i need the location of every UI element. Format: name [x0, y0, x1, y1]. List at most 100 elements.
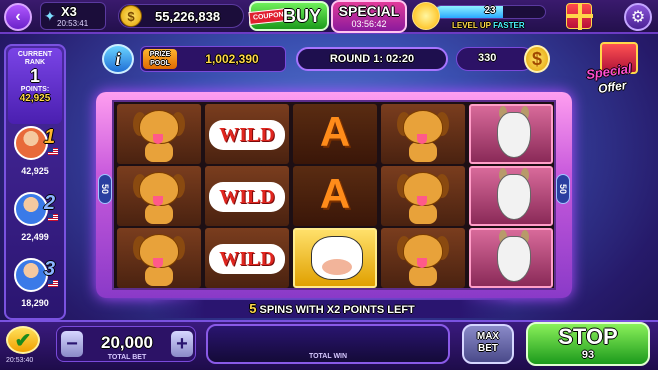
player-points: 22,499	[21, 232, 49, 242]
wild-label: WILD	[209, 120, 285, 150]
total-bet-label: TOTAL BET	[107, 354, 147, 361]
a-label: A	[319, 170, 351, 217]
points-label: POINTS:	[20, 86, 50, 93]
level-caption-a: LEVEL UP	[452, 21, 491, 30]
stop-label: STOP	[558, 324, 618, 349]
bonus-timer: 20:53:40	[6, 357, 34, 364]
buy-label: BUY	[283, 6, 322, 26]
multiplier-value: X3	[61, 4, 77, 19]
leaderboard-player[interactable]: 1 42,925	[12, 126, 62, 184]
current-rank-label: CURRENT RANK	[8, 51, 62, 67]
level-progress[interactable]: 23 LEVEL UP FASTER	[412, 2, 548, 32]
symbol-dog	[381, 228, 465, 288]
coin-balance[interactable]: $ 55,226,838	[118, 4, 244, 28]
reel-column	[468, 104, 554, 290]
special-offer-line2: Offer	[597, 78, 628, 96]
reel-column	[380, 104, 466, 290]
paylines-left: 50	[98, 174, 112, 204]
info-button[interactable]: i	[102, 44, 134, 74]
increase-bet-button[interactable]: +	[171, 331, 193, 357]
dollar-coin-icon: $	[524, 45, 550, 73]
us-flag-icon	[48, 214, 58, 221]
current-rank-value: 1	[29, 66, 40, 86]
wild-label: WILD	[209, 244, 285, 274]
symbol-a: A	[293, 166, 377, 226]
symbol-goat	[469, 166, 553, 226]
special-button[interactable]: SPECIAL 03:56:42	[331, 0, 407, 33]
coin-icon: $	[120, 5, 142, 27]
round-timer: ROUND 1: 02:20	[296, 47, 448, 71]
buy-button[interactable]: COUPON BUY	[248, 1, 329, 31]
prize-pool-label-2: POOL	[150, 60, 170, 67]
settings-button[interactable]: ⚙	[624, 3, 652, 31]
symbol-wild: WILD	[205, 104, 289, 164]
player-points: 42,925	[21, 166, 49, 176]
total-bet-value: 20,000	[101, 333, 153, 352]
current-points: 42,925	[19, 93, 51, 104]
symbol-goat	[469, 104, 553, 164]
spins-count: 5	[249, 301, 257, 316]
multiplier-booster[interactable]: ✦ X3 20:53:41	[40, 2, 106, 30]
reel-column: WILD WILD WILD	[204, 104, 290, 290]
points-value: 330	[478, 52, 497, 64]
special-offer-button[interactable]: Special Offer	[584, 38, 654, 104]
symbol-dog	[117, 228, 201, 288]
current-rank-label-1: CURRENT	[17, 51, 53, 58]
prize-pool-tag: PRIZE POOL	[143, 49, 177, 69]
symbol-cow	[293, 228, 377, 288]
us-flag-icon	[48, 280, 58, 287]
wild-label: WILD	[209, 182, 285, 212]
stop-button[interactable]: STOP 93	[526, 322, 650, 366]
symbol-wild: WILD	[205, 228, 289, 288]
gear-icon: ⚙	[630, 9, 646, 26]
leaderboard-panel: CURRENT RANK 1 POINTS: 42,925 1 42,925 2 …	[4, 44, 66, 320]
total-bet-control: − 20,000 TOTAL BET +	[56, 326, 196, 362]
paylines-right: 50	[556, 174, 570, 204]
symbol-dog	[381, 104, 465, 164]
avatar	[14, 192, 48, 226]
prize-pool-value: 1,002,390	[205, 52, 259, 66]
avatar	[14, 258, 48, 292]
avatar	[14, 126, 48, 160]
points-pill[interactable]: 330 $	[456, 45, 550, 73]
current-rank-label-2: RANK	[24, 59, 46, 66]
symbol-wild: WILD	[205, 166, 289, 226]
daily-bonus-button[interactable]: ✔	[6, 326, 40, 354]
info-icon: i	[115, 48, 121, 69]
player-rank: 3	[44, 258, 56, 280]
reel-grid[interactable]: WILD WILD WILD A A	[112, 100, 556, 290]
level-number: 23	[484, 5, 496, 16]
us-flag-icon	[48, 148, 58, 155]
level-sun-icon	[412, 2, 440, 30]
max-bet-button[interactable]: MAX BET	[462, 324, 514, 364]
a-label: A	[319, 108, 351, 155]
leaderboard-player[interactable]: 3 18,290	[12, 258, 62, 316]
symbol-goat	[469, 228, 553, 288]
special-timer: 03:56:42	[351, 19, 387, 29]
free-spins-banner: 5 SPINS WITH X2 POINTS LEFT	[150, 300, 514, 318]
spins-text: SPINS WITH X2 POINTS LEFT	[259, 304, 415, 316]
checkmark-icon: ✔	[14, 329, 32, 352]
special-label: SPECIAL	[338, 3, 400, 19]
player-rank: 2	[44, 192, 56, 214]
chevron-left-icon: ‹	[15, 8, 21, 25]
reel-frame: 50 50 WILD WILD WILD A A	[96, 92, 572, 298]
max-bet-line2: BET	[478, 343, 498, 354]
player-points: 18,290	[21, 298, 49, 308]
symbol-dog	[117, 166, 201, 226]
autospin-count: 93	[581, 349, 595, 361]
multiplier-timer: 20:53:41	[57, 19, 89, 28]
booster-star-icon: ✦	[44, 8, 56, 24]
reel-column	[116, 104, 202, 290]
symbol-a: A	[293, 104, 377, 164]
reel-column: AA	[292, 104, 378, 290]
level-caption-b: FASTER	[493, 21, 525, 30]
level-caption: LEVEL UP FASTER	[452, 21, 525, 30]
back-button[interactable]: ‹	[4, 3, 32, 31]
decrease-bet-button[interactable]: −	[61, 331, 83, 357]
coin-amount: 55,226,838	[155, 9, 221, 24]
current-rank: CURRENT RANK 1 POINTS: 42,925	[8, 48, 62, 124]
gift-icon[interactable]	[566, 3, 593, 30]
leaderboard-player[interactable]: 2 22,499	[12, 192, 62, 250]
prize-pool-label-1: PRIZE	[149, 51, 171, 58]
